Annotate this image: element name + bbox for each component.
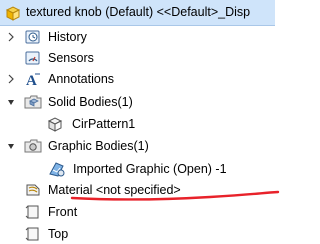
tree-item-label: History bbox=[48, 30, 87, 44]
material-icon bbox=[26, 184, 40, 196]
tree-item-solid-bodies[interactable]: Solid Bodies(1) bbox=[0, 92, 275, 112]
solid-body-icon bbox=[47, 117, 63, 132]
tree-item-front-plane[interactable]: Front bbox=[0, 202, 275, 222]
tree-item-label: Material <not specified> bbox=[48, 183, 181, 197]
tree-item-label: Front bbox=[48, 205, 78, 219]
tree-item-label: CirPattern1 bbox=[72, 117, 136, 131]
annotations-icon: A bbox=[26, 73, 40, 88]
plane-icon bbox=[25, 205, 39, 219]
chevron-down-icon[interactable] bbox=[6, 97, 16, 107]
tree-item-label: Top bbox=[48, 227, 69, 241]
chevron-right-icon[interactable] bbox=[6, 74, 16, 84]
sensors-icon bbox=[25, 51, 40, 65]
feature-manager-header[interactable]: textured knob (Default) <<Default>_Disp bbox=[0, 0, 275, 26]
graphic-bodies-folder-icon bbox=[24, 139, 42, 153]
plane-icon bbox=[25, 227, 39, 241]
tree-item-label: Solid Bodies(1) bbox=[48, 95, 133, 109]
part-icon bbox=[5, 6, 21, 21]
tree-item-top-plane[interactable]: Top bbox=[0, 224, 275, 244]
tree-item-sensors[interactable]: Sensors bbox=[0, 48, 275, 68]
tree-item-annotations[interactable]: A Annotations bbox=[0, 69, 275, 89]
solid-bodies-folder-icon bbox=[24, 95, 42, 109]
tree-item-label: Sensors bbox=[48, 51, 94, 65]
chevron-down-icon[interactable] bbox=[6, 141, 16, 151]
history-icon bbox=[25, 30, 40, 44]
chevron-right-icon[interactable] bbox=[6, 32, 16, 42]
tree-item-cirpattern1[interactable]: CirPattern1 bbox=[0, 114, 275, 134]
tree-item-label: Annotations bbox=[48, 72, 115, 86]
tree-item-imported-graphic[interactable]: Imported Graphic (Open) -1 bbox=[0, 159, 275, 179]
tree-item-material[interactable]: Material <not specified> bbox=[0, 180, 275, 200]
imported-graphic-icon bbox=[49, 162, 65, 177]
tree-item-graphic-bodies[interactable]: Graphic Bodies(1) bbox=[0, 136, 275, 156]
tree-item-label: Imported Graphic (Open) -1 bbox=[73, 162, 227, 176]
document-title: textured knob (Default) <<Default>_Disp bbox=[26, 5, 251, 19]
tree-item-label: Graphic Bodies(1) bbox=[48, 139, 149, 153]
svg-text:A: A bbox=[26, 73, 37, 88]
tree-item-history[interactable]: History bbox=[0, 27, 275, 47]
